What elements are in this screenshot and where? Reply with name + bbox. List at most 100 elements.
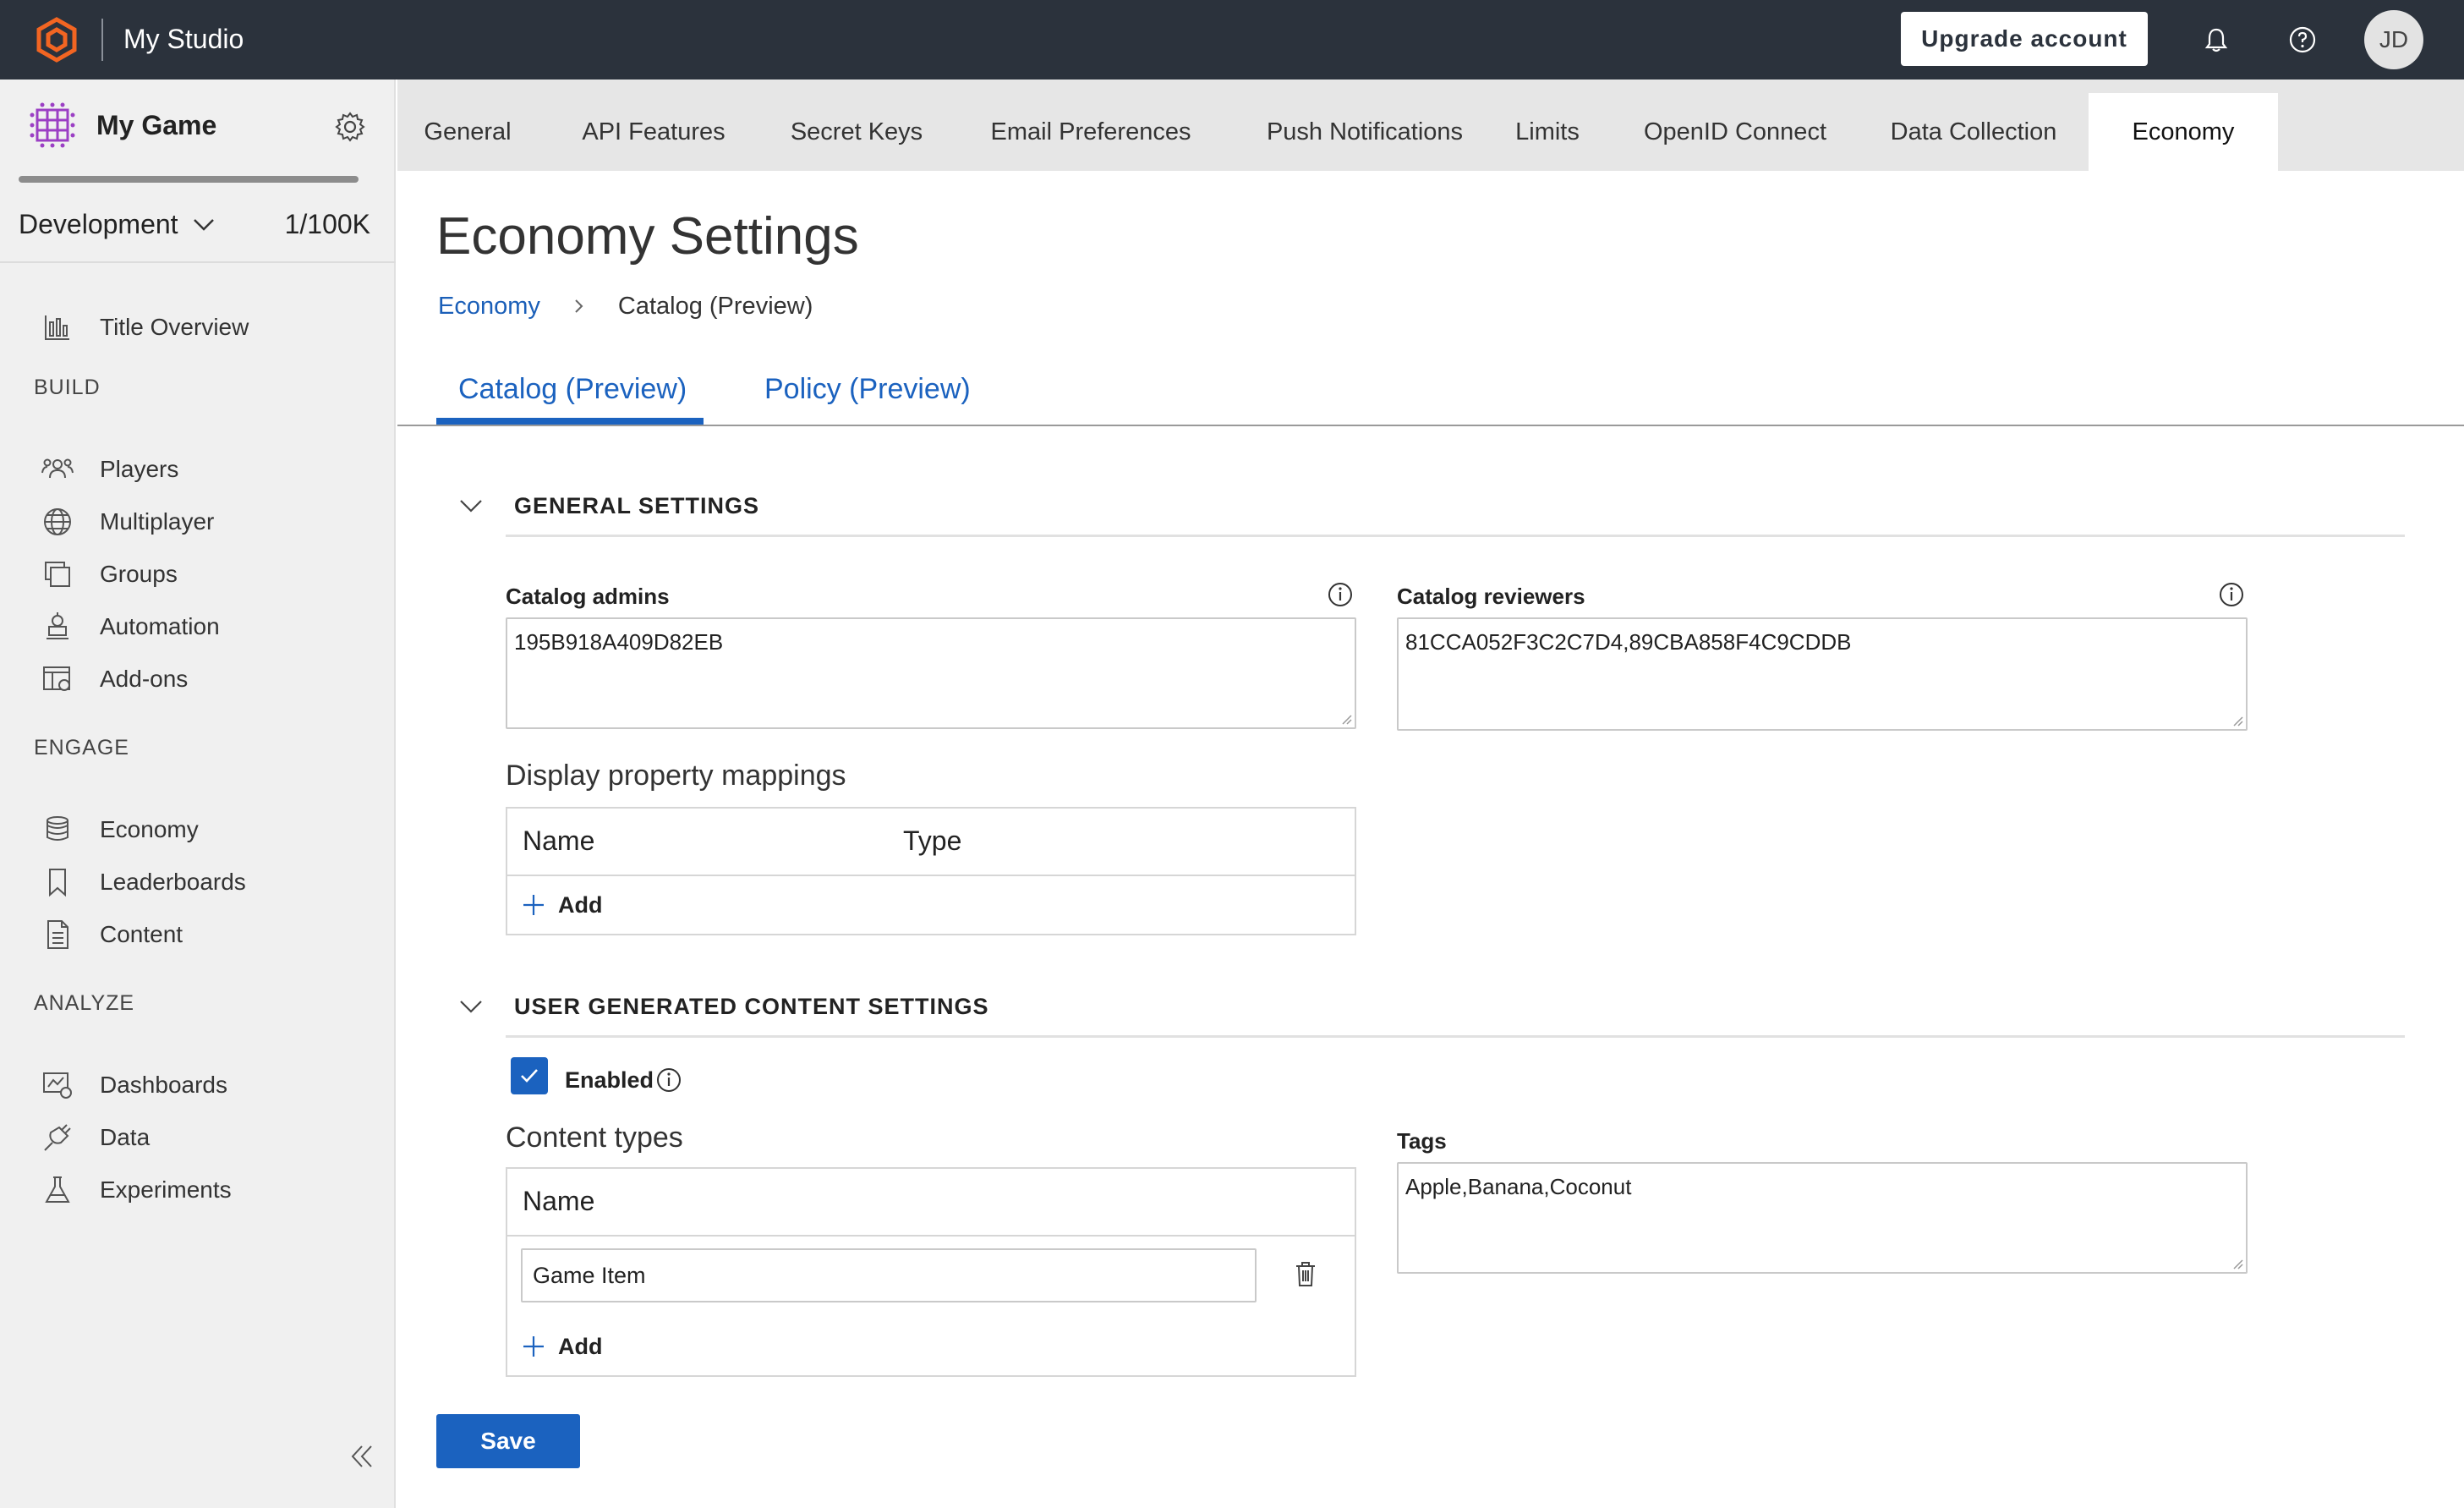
help-circle-icon[interactable] [2281, 19, 2324, 61]
sidebar-item-label: Dashboards [100, 1072, 227, 1098]
topbar-divider [101, 19, 103, 61]
dashboard-icon [43, 1072, 72, 1099]
info-icon[interactable] [1326, 580, 1355, 609]
tab-email-preferences[interactable]: Email Preferences [986, 93, 1196, 171]
content-types-heading: Content types [506, 1121, 683, 1154]
bar-chart-icon [45, 315, 69, 340]
info-icon[interactable] [654, 1066, 683, 1094]
sidebar-item-label: Players [100, 456, 179, 482]
robot-icon [47, 612, 68, 639]
sidebar-item-content[interactable]: Content [41, 913, 183, 956]
grid-divider [507, 1235, 1355, 1237]
section-title: USER GENERATED CONTENT SETTINGS [514, 993, 989, 1019]
catalog-reviewers-input[interactable]: 81CCA052F3C2C7D4,89CBA858F4C9CDDB [1397, 617, 2248, 731]
subtab-divider [397, 425, 2464, 426]
ugc-settings-header[interactable]: USER GENERATED CONTENT SETTINGS [457, 988, 989, 1025]
game-progress-bar [19, 176, 359, 183]
sidebar-item-label: Add-ons [100, 666, 189, 692]
breadcrumb-current: Catalog (Preview) [617, 292, 813, 320]
sidebar: My Game Development 1/100K Title Overvie… [0, 80, 396, 1508]
sidebar-item-label: Leaderboards [100, 869, 246, 895]
tab-openid-connect[interactable]: OpenID Connect [1640, 93, 1830, 171]
bell-icon[interactable] [2195, 19, 2237, 61]
sidebar-item-label: Automation [100, 613, 220, 639]
sidebar-item-title-overview[interactable]: Title Overview [41, 306, 249, 348]
catalog-admins-input[interactable]: 195B918A409D82EB [506, 617, 1356, 729]
section-label-analyze: ANALYZE [34, 991, 135, 1015]
plus-icon [523, 895, 544, 915]
gear-icon[interactable] [331, 108, 369, 145]
plug-icon [44, 1124, 71, 1151]
sidebar-item-dashboards[interactable]: Dashboards [41, 1064, 227, 1106]
column-header-name: Name [523, 1186, 595, 1216]
section-title: GENERAL SETTINGS [514, 492, 760, 518]
sidebar-item-label: Multiplayer [100, 508, 215, 535]
game-selector[interactable]: My Game [27, 100, 374, 151]
sidebar-item-data[interactable]: Data [41, 1116, 150, 1159]
sidebar-item-label: Experiments [100, 1176, 232, 1203]
add-content-type-button[interactable]: Add [521, 1330, 602, 1363]
breadcrumb: Economy Catalog (Preview) [438, 289, 813, 323]
chevron-down-icon [460, 1001, 482, 1013]
sidebar-item-multiplayer[interactable]: Multiplayer [41, 501, 214, 543]
sidebar-item-experiments[interactable]: Experiments [41, 1169, 232, 1211]
upgrade-account-button[interactable]: Upgrade account [1901, 12, 2148, 66]
enabled-checkbox[interactable] [511, 1057, 548, 1094]
chevron-down-icon [193, 219, 214, 231]
tags-input[interactable]: Apple,Banana,Coconut [1397, 1162, 2248, 1274]
column-header-name: Name [523, 825, 595, 856]
section-label-engage: ENGAGE [34, 736, 129, 759]
game-name: My Game [96, 109, 217, 140]
studio-name[interactable]: My Studio [123, 20, 244, 58]
checkmark-icon [521, 1069, 538, 1083]
save-button[interactable]: Save [436, 1414, 580, 1468]
coins-icon [47, 816, 68, 841]
add-label: Add [558, 891, 603, 918]
tab-limits[interactable]: Limits [1509, 93, 1586, 171]
add-mapping-button[interactable]: Add [521, 888, 602, 922]
tab-data-collection[interactable]: Data Collection [1879, 93, 2068, 171]
hexagon-logo-icon[interactable] [34, 17, 79, 63]
resize-grip-icon[interactable] [2231, 1257, 2244, 1270]
tab-general[interactable]: General [418, 93, 517, 171]
section-divider [506, 1035, 2405, 1038]
resize-grip-icon[interactable] [2231, 714, 2244, 727]
document-icon [47, 920, 68, 949]
tags-value: Apple,Banana,Coconut [1405, 1174, 1632, 1199]
subtab-policy[interactable]: Policy (Preview) [764, 355, 971, 423]
sidebar-item-label: Groups [100, 561, 178, 587]
flask-icon [45, 1176, 70, 1203]
display-property-mappings-grid: Name Type Add [506, 807, 1356, 935]
tab-push-notifications[interactable]: Push Notifications [1258, 93, 1471, 171]
chevron-down-icon [460, 500, 482, 513]
bookmark-icon [49, 869, 66, 897]
sidebar-item-leaderboards[interactable]: Leaderboards [41, 861, 246, 903]
catalog-reviewers-label: Catalog reviewers [1397, 584, 1585, 609]
collapse-sidebar-icon[interactable] [345, 1439, 379, 1473]
subtab-catalog[interactable]: Catalog (Preview) [458, 355, 687, 423]
info-icon[interactable] [2217, 580, 2246, 609]
avatar[interactable]: JD [2364, 10, 2423, 69]
tags-label: Tags [1397, 1128, 1447, 1154]
content-type-name-input[interactable] [521, 1248, 1257, 1302]
tab-api-features[interactable]: API Features [580, 93, 727, 171]
grid-divider [507, 875, 1355, 876]
tab-secret-keys[interactable]: Secret Keys [790, 93, 923, 171]
general-settings-header[interactable]: GENERAL SETTINGS [457, 487, 759, 524]
sidebar-item-add-ons[interactable]: Add-ons [41, 658, 188, 700]
globe-icon [44, 508, 71, 535]
sidebar-item-automation[interactable]: Automation [41, 606, 220, 648]
tab-economy[interactable]: Economy [2089, 93, 2278, 171]
breadcrumb-link-economy[interactable]: Economy [438, 293, 540, 321]
trash-icon[interactable] [1290, 1258, 1321, 1289]
players-icon [41, 458, 74, 479]
enabled-label: Enabled [565, 1067, 654, 1093]
section-label-build: BUILD [34, 376, 101, 399]
sidebar-item-groups[interactable]: Groups [41, 553, 178, 595]
column-header-type: Type [903, 825, 962, 856]
sidebar-item-players[interactable]: Players [41, 448, 178, 491]
sidebar-item-economy[interactable]: Economy [41, 809, 199, 851]
environment-selector[interactable]: Development 1/100K [19, 203, 370, 245]
resize-grip-icon[interactable] [1339, 712, 1353, 726]
section-divider [506, 535, 2405, 537]
